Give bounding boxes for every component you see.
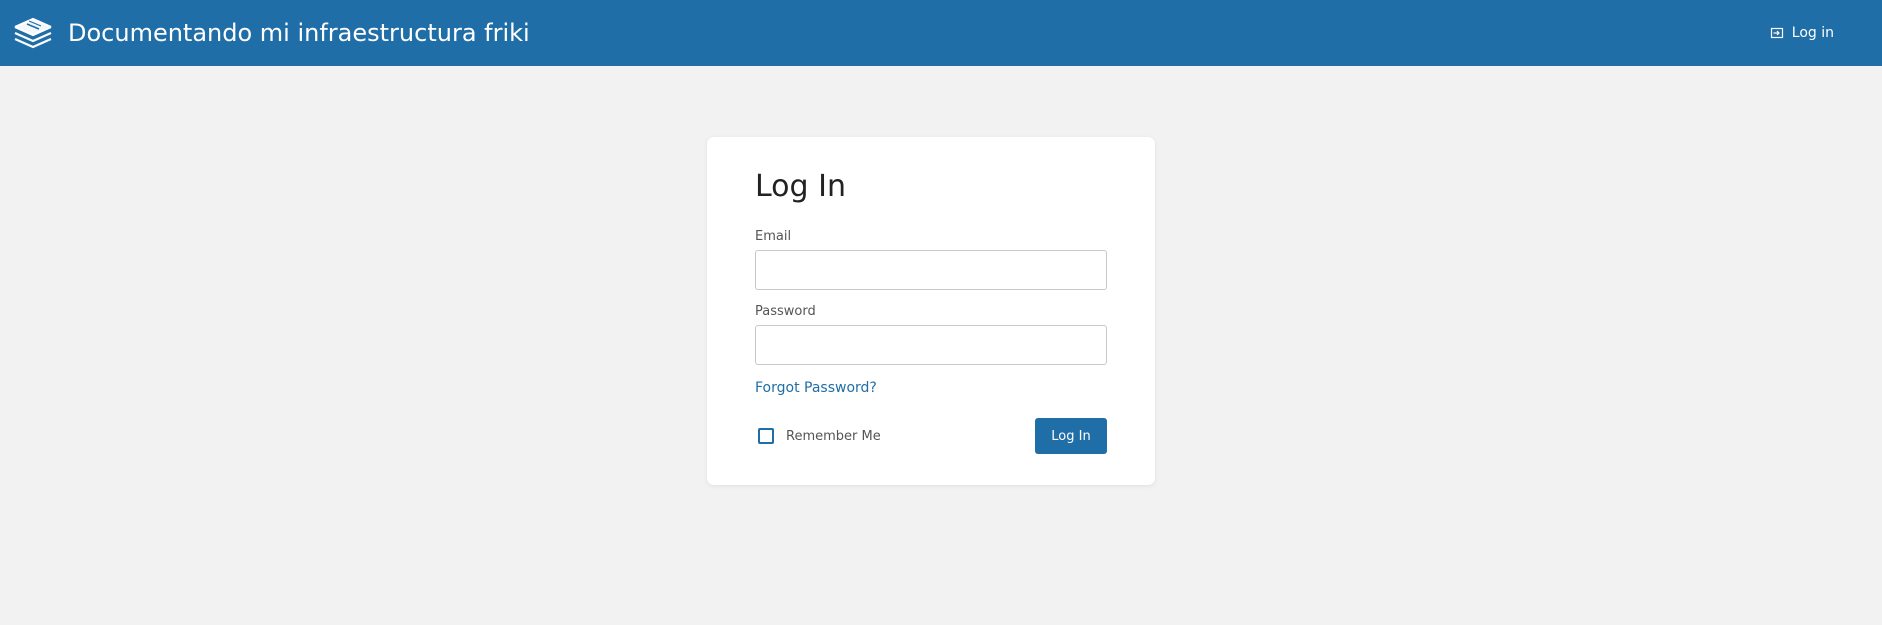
forgot-password-link[interactable]: Forgot Password? <box>755 380 877 396</box>
remember-me-toggle[interactable]: Remember Me <box>755 428 881 444</box>
remember-me-label: Remember Me <box>786 428 881 444</box>
form-footer: Remember Me Log In <box>755 418 1107 454</box>
remember-me-checkbox[interactable] <box>758 428 774 444</box>
password-label: Password <box>755 304 816 319</box>
login-card: Log In Email Password Forgot Password? R… <box>707 137 1155 485</box>
login-submit-button[interactable]: Log In <box>1035 418 1107 454</box>
email-field-group: Email <box>755 229 1107 290</box>
email-label: Email <box>755 229 792 244</box>
header-login-label: Log in <box>1791 25 1834 41</box>
password-field-group: Password <box>755 304 1107 365</box>
email-field[interactable] <box>755 250 1107 290</box>
top-header: Documentando mi infraestructura friki Lo… <box>0 0 1882 66</box>
header-login-link[interactable]: Log in <box>1770 25 1834 41</box>
password-field[interactable] <box>755 325 1107 365</box>
site-title: Documentando mi infraestructura friki <box>68 19 530 47</box>
page-title: Log In <box>755 169 846 204</box>
login-icon <box>1770 26 1784 40</box>
books-stack-icon <box>12 13 54 53</box>
site-home-link[interactable]: Documentando mi infraestructura friki <box>12 13 530 53</box>
